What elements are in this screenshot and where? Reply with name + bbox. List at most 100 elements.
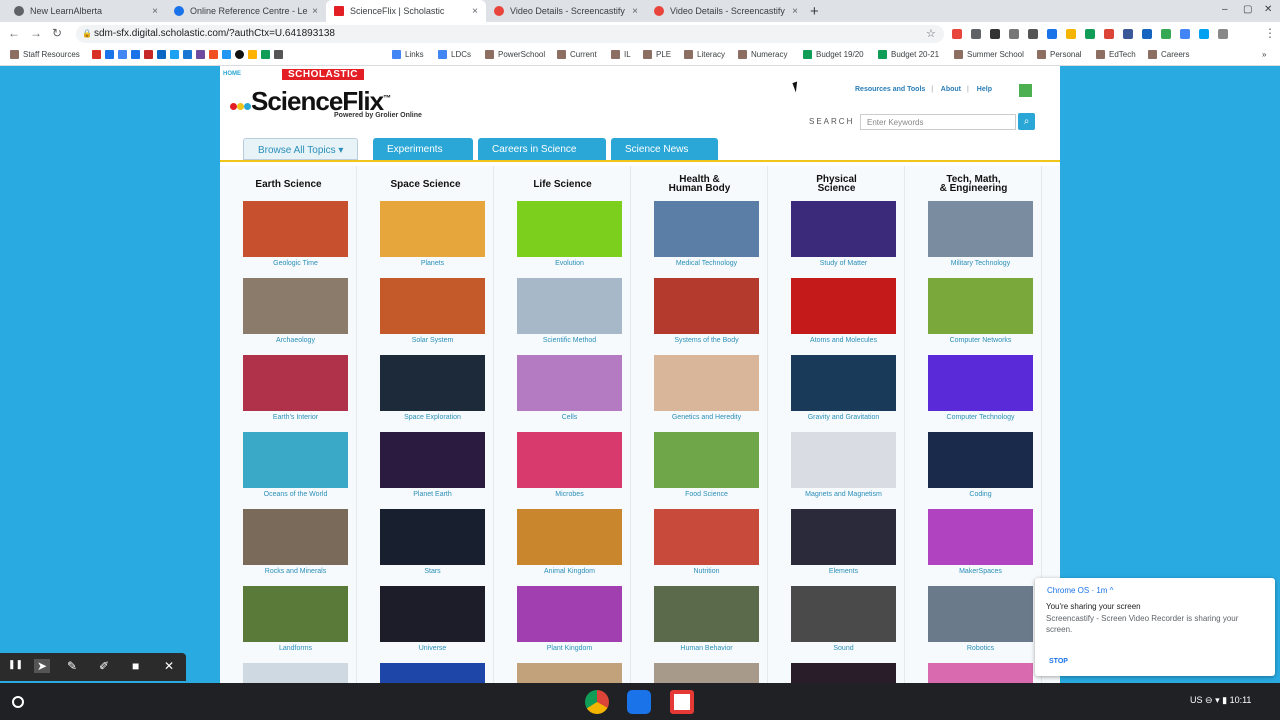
topic-image[interactable] bbox=[791, 663, 896, 683]
tab-careers-in-science[interactable]: Careers in Science bbox=[478, 138, 606, 160]
topic-tile[interactable]: Cells bbox=[517, 355, 622, 421]
chrome-app-icon[interactable] bbox=[585, 690, 609, 714]
minimize-button[interactable]: – bbox=[1222, 4, 1228, 15]
topic-image[interactable] bbox=[517, 201, 622, 257]
topic-image[interactable] bbox=[928, 509, 1033, 565]
tab-online-reference[interactable]: Online Reference Centre - LearnA× bbox=[166, 0, 326, 22]
power-icon[interactable] bbox=[235, 50, 244, 59]
topic-tile[interactable]: Sound bbox=[791, 586, 896, 652]
extension-icon[interactable] bbox=[1047, 29, 1057, 39]
new-tab-button[interactable]: + bbox=[810, 3, 819, 20]
topic-tile[interactable]: Archaeology bbox=[243, 278, 348, 344]
gmail-app-icon[interactable] bbox=[670, 690, 694, 714]
gmail-icon[interactable] bbox=[92, 50, 101, 59]
topic-link[interactable]: Atoms and Molecules bbox=[791, 337, 896, 344]
extension-icon[interactable] bbox=[1123, 29, 1133, 39]
search-button[interactable]: ⌕ bbox=[1018, 113, 1035, 130]
bookmark-staff-resources[interactable]: Staff Resources bbox=[10, 50, 80, 59]
topic-link[interactable]: Gravity and Gravitation bbox=[791, 414, 896, 421]
topic-link[interactable]: Space Exploration bbox=[380, 414, 485, 421]
topic-link[interactable]: Medical Technology bbox=[654, 260, 759, 267]
drive-icon[interactable] bbox=[261, 50, 270, 59]
help-link[interactable]: Help bbox=[977, 86, 992, 93]
launcher-icon[interactable] bbox=[12, 696, 24, 708]
topic-image[interactable] bbox=[928, 663, 1033, 683]
topic-tile[interactable]: Scientific Method bbox=[517, 278, 622, 344]
topic-image[interactable] bbox=[654, 432, 759, 488]
pen-icon[interactable]: ✎ bbox=[67, 659, 77, 673]
extension-icon[interactable] bbox=[971, 29, 981, 39]
bookmark-literacy[interactable]: Literacy bbox=[684, 50, 725, 59]
topic-link[interactable]: Coding bbox=[928, 491, 1033, 498]
topic-link[interactable]: Human Behavior bbox=[654, 645, 759, 652]
address-bar[interactable]: 🔒 sdm-sfx.digital.scholastic.com/?authCtx… bbox=[76, 25, 944, 43]
account-icon[interactable] bbox=[131, 50, 140, 59]
topic-image[interactable] bbox=[243, 663, 348, 683]
files-app-icon[interactable] bbox=[627, 690, 651, 714]
bookmark-numeracy[interactable]: Numeracy bbox=[738, 50, 787, 59]
topic-link[interactable]: Landforms bbox=[243, 645, 348, 652]
web-icon[interactable] bbox=[222, 50, 231, 59]
topic-tile[interactable]: Gravity and Gravitation bbox=[791, 355, 896, 421]
topic-link[interactable]: Systems of the Body bbox=[654, 337, 759, 344]
forward-button[interactable]: → bbox=[30, 26, 42, 40]
topic-link[interactable]: Evolution bbox=[517, 260, 622, 267]
topic-image[interactable] bbox=[791, 432, 896, 488]
topic-link[interactable]: MakerSpaces bbox=[928, 568, 1033, 575]
topic-tile[interactable]: Plant Kingdom bbox=[517, 586, 622, 652]
topic-tile[interactable]: Earth's Interior bbox=[243, 355, 348, 421]
topic-image[interactable] bbox=[517, 432, 622, 488]
topic-link[interactable]: Planet Earth bbox=[380, 491, 485, 498]
topic-image[interactable] bbox=[517, 509, 622, 565]
close-tab-icon[interactable]: × bbox=[632, 6, 638, 17]
maximize-button[interactable]: ▢ bbox=[1243, 4, 1252, 15]
flag-icon[interactable] bbox=[248, 50, 257, 59]
notes-icon[interactable] bbox=[274, 50, 283, 59]
topic-image[interactable] bbox=[791, 509, 896, 565]
topic-tile[interactable]: MakerSpaces bbox=[928, 509, 1033, 575]
extension-icon[interactable] bbox=[1180, 29, 1190, 39]
pause-icon[interactable]: ❚❚ bbox=[8, 659, 23, 670]
extension-icon[interactable] bbox=[1199, 29, 1209, 39]
highlighter-icon[interactable]: ✐ bbox=[99, 659, 109, 673]
topic-link[interactable]: Planets bbox=[380, 260, 485, 267]
bookmark-powerschool[interactable]: PowerSchool bbox=[485, 50, 545, 59]
topic-image[interactable] bbox=[517, 355, 622, 411]
topic-link[interactable]: Animal Kingdom bbox=[517, 568, 622, 575]
topic-tile[interactable]: Geologic Time bbox=[243, 201, 348, 267]
topic-image[interactable] bbox=[380, 586, 485, 642]
about-link[interactable]: About bbox=[941, 86, 961, 93]
topic-image[interactable] bbox=[791, 278, 896, 334]
topic-tile[interactable]: Space Exploration bbox=[380, 355, 485, 421]
bookmark-il[interactable]: IL bbox=[611, 50, 631, 59]
topic-tile[interactable]: Nutrition bbox=[654, 509, 759, 575]
topic-image[interactable] bbox=[243, 432, 348, 488]
bookmark-edtech[interactable]: EdTech bbox=[1096, 50, 1136, 59]
topic-tile[interactable]: Coding bbox=[928, 432, 1033, 498]
camera-icon[interactable]: ■ bbox=[132, 659, 139, 673]
topic-link[interactable]: Computer Networks bbox=[928, 337, 1033, 344]
topic-tile[interactable]: Planets bbox=[380, 201, 485, 267]
topic-tile[interactable]: Landforms bbox=[243, 586, 348, 652]
pointer-icon[interactable]: ➤ bbox=[34, 659, 51, 673]
topic-link[interactable]: Food Science bbox=[654, 491, 759, 498]
topic-link[interactable]: Cells bbox=[517, 414, 622, 421]
topic-tile[interactable]: Systems of the Body bbox=[654, 278, 759, 344]
topic-tile[interactable]: Atoms and Molecules bbox=[791, 278, 896, 344]
tab-new-learnalberta[interactable]: New LearnAlberta × bbox=[6, 0, 166, 22]
stop-sharing-button[interactable]: STOP bbox=[1049, 658, 1068, 665]
topic-tile[interactable]: Oceans of the World bbox=[243, 432, 348, 498]
bookmark-ple[interactable]: PLE bbox=[643, 50, 671, 59]
topic-image[interactable] bbox=[791, 201, 896, 257]
close-window-button[interactable]: ✕ bbox=[1264, 4, 1272, 15]
topic-link[interactable]: Archaeology bbox=[243, 337, 348, 344]
topic-tile[interactable] bbox=[791, 663, 896, 683]
cbc-icon[interactable] bbox=[144, 50, 153, 59]
bookmark-careers[interactable]: Careers bbox=[1148, 50, 1189, 59]
extension-icon[interactable] bbox=[1028, 29, 1038, 39]
topic-tile[interactable] bbox=[654, 663, 759, 683]
topic-tile[interactable]: Stars bbox=[380, 509, 485, 575]
topic-link[interactable]: Genetics and Heredity bbox=[654, 414, 759, 421]
topic-tile[interactable]: Computer Networks bbox=[928, 278, 1033, 344]
bookmark-budget-2021[interactable]: Budget 20-21 bbox=[878, 50, 939, 59]
